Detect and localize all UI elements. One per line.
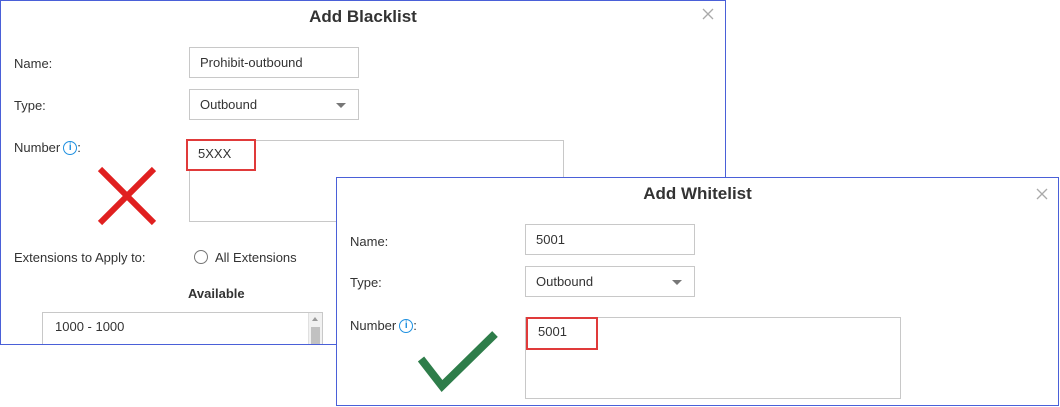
type-select-value: Outbound (200, 97, 258, 112)
number-label: Number i: (14, 140, 81, 155)
dialog-title: Add Blacklist (309, 7, 417, 26)
type-select[interactable]: Outbound (525, 266, 695, 297)
chevron-down-icon (336, 103, 346, 108)
name-label: Name: (350, 234, 389, 249)
number-label-colon: : (77, 140, 81, 155)
number-label-colon: : (413, 318, 417, 333)
add-whitelist-dialog: Add Whitelist Name: 5001 Type: Outbound … (336, 177, 1059, 406)
number-label: Number i: (350, 318, 417, 333)
type-select-value: Outbound (536, 274, 594, 289)
number-value-highlight: 5XXX (186, 139, 256, 171)
type-label: Type: (350, 275, 382, 290)
list-item[interactable]: 1000 - 1000 (43, 313, 322, 334)
number-label-text: Number (14, 140, 61, 155)
name-input-value: 5001 (536, 232, 565, 247)
dialog-title: Add Whitelist (643, 184, 752, 203)
type-label: Type: (14, 98, 46, 113)
extensions-label: Extensions to Apply to: (14, 250, 146, 265)
close-icon[interactable] (1035, 187, 1049, 201)
available-list[interactable]: 1000 - 1000 (42, 312, 323, 344)
all-extensions-radio[interactable] (194, 250, 208, 264)
number-label-text: Number (350, 318, 397, 333)
info-icon[interactable]: i (63, 141, 78, 155)
type-select[interactable]: Outbound (189, 89, 359, 120)
scroll-up-icon[interactable] (312, 317, 318, 321)
name-input[interactable]: 5001 (525, 224, 695, 255)
name-input[interactable]: Prohibit-outbound (189, 47, 359, 78)
available-heading: Available (188, 286, 245, 301)
info-icon[interactable]: i (399, 319, 414, 333)
cross-icon (97, 166, 157, 226)
number-value: 5001 (538, 324, 567, 339)
close-icon[interactable] (701, 7, 715, 21)
scroll-thumb[interactable] (311, 327, 320, 344)
name-label: Name: (14, 56, 53, 71)
checkmark-icon (418, 331, 498, 392)
chevron-down-icon (672, 280, 682, 285)
list-scrollbar[interactable] (308, 313, 322, 344)
name-input-value: Prohibit-outbound (200, 55, 303, 70)
number-value-highlight: 5001 (526, 317, 598, 350)
all-extensions-label: All Extensions (215, 250, 297, 265)
number-value: 5XXX (198, 146, 232, 161)
